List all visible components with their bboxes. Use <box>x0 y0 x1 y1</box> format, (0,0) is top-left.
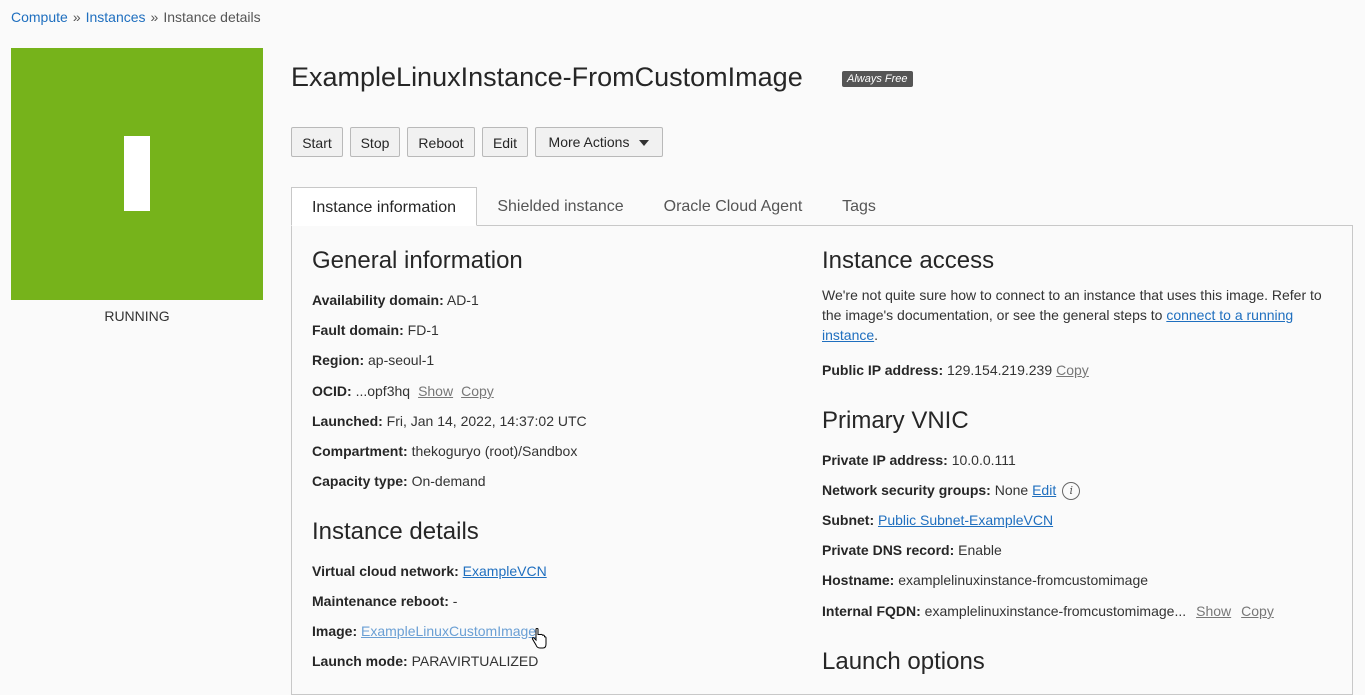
field-value: Enable <box>958 542 1002 558</box>
fault-domain-row: Fault domain: FD-1 <box>312 322 439 338</box>
general-information-heading: General information <box>312 247 523 274</box>
access-text-line3: instance. <box>822 325 1342 345</box>
page-title: ExampleLinuxInstance-FromCustomImage <box>291 62 803 92</box>
access-text-body: the image's documentation, or see the ge… <box>822 307 1167 323</box>
field-label: Launched: <box>312 413 383 429</box>
field-value: FD-1 <box>407 322 439 338</box>
edit-button[interactable]: Edit <box>482 127 528 157</box>
access-text-line2: the image's documentation, or see the ge… <box>822 305 1342 325</box>
availability-domain-row: Availability domain: AD-1 <box>312 292 479 308</box>
field-label: Region: <box>312 352 365 368</box>
breadcrumb-separator: » <box>150 9 159 25</box>
field-value: 129.154.219.239 <box>947 362 1053 378</box>
public-ip-row: Public IP address: 129.154.219.239 Copy <box>822 362 1089 378</box>
field-label: Internal FQDN: <box>822 603 921 619</box>
info-icon[interactable]: i <box>1062 482 1081 501</box>
field-value: None <box>994 482 1029 498</box>
chevron-down-icon <box>639 140 650 147</box>
instance-status-label: RUNNING <box>104 308 170 324</box>
field-label: Availability domain: <box>312 292 444 308</box>
field-value: ap-seoul-1 <box>368 352 435 368</box>
launch-options-heading: Launch options <box>822 648 985 675</box>
tab-shielded-instance[interactable]: Shielded instance <box>483 187 638 226</box>
start-button[interactable]: Start <box>291 127 343 157</box>
vcn-link[interactable]: ExampleVCN <box>463 563 547 579</box>
vcn-row: Virtual cloud network: ExampleVCN <box>312 563 547 579</box>
tab-tags[interactable]: Tags <box>832 187 886 226</box>
subnet-link[interactable]: Public Subnet-ExampleVCN <box>878 512 1053 528</box>
access-text-end: . <box>874 327 879 343</box>
field-value: 10.0.0.111 <box>951 452 1016 468</box>
launch-mode-row: Launch mode: PARAVIRTUALIZED <box>312 653 538 669</box>
connect-instance-link[interactable]: instance <box>822 327 874 343</box>
breadcrumb-current: Instance details <box>163 9 261 25</box>
more-actions-button[interactable]: More Actions <box>535 127 663 157</box>
connect-running-link[interactable]: connect to a running <box>1166 307 1293 323</box>
nsg-edit-link[interactable]: Edit <box>1032 482 1056 498</box>
ocid-row: OCID: ...opf3hq Show Copy <box>312 383 494 399</box>
access-text-line1: We're not quite sure how to connect to a… <box>822 287 1322 303</box>
compartment-row: Compartment: thekoguryo (root)/Sandbox <box>312 443 577 459</box>
launched-row: Launched: Fri, Jan 14, 2022, 14:37:02 UT… <box>312 413 587 429</box>
field-label: Network security groups: <box>822 482 991 498</box>
subnet-row: Subnet: Public Subnet-ExampleVCN <box>822 512 1053 528</box>
field-value: Fri, Jan 14, 2022, 14:37:02 UTC <box>386 413 587 429</box>
tab-instance-information[interactable]: Instance information <box>291 187 477 226</box>
instance-status-tile <box>11 48 263 300</box>
field-label: Maintenance reboot: <box>312 593 449 609</box>
field-label: Private IP address: <box>822 452 948 468</box>
field-value: AD-1 <box>446 292 479 308</box>
field-value: - <box>452 593 458 609</box>
field-value: thekoguryo (root)/Sandbox <box>411 443 578 459</box>
hand-cursor-icon <box>531 628 547 649</box>
instance-details-heading: Instance details <box>312 518 479 545</box>
field-label: Launch mode: <box>312 653 408 669</box>
instance-letter-glyph <box>124 136 150 211</box>
field-label: Image: <box>312 623 358 639</box>
field-label: Capacity type: <box>312 473 408 489</box>
more-actions-label: More Actions <box>548 134 630 150</box>
reboot-button[interactable]: Reboot <box>407 127 475 157</box>
capacity-type-row: Capacity type: On-demand <box>312 473 486 489</box>
field-label: Public IP address: <box>822 362 944 378</box>
image-link[interactable]: ExampleLinuxCustomImage <box>361 623 536 639</box>
ocid-show-link[interactable]: Show <box>418 383 453 399</box>
field-label: Private DNS record: <box>822 542 955 558</box>
primary-vnic-heading: Primary VNIC <box>822 407 969 434</box>
tab-oracle-cloud-agent[interactable]: Oracle Cloud Agent <box>648 187 818 226</box>
fqdn-show-link[interactable]: Show <box>1196 603 1231 619</box>
field-value: On-demand <box>411 473 486 489</box>
breadcrumb-separator: » <box>72 9 81 25</box>
instance-access-heading: Instance access <box>822 247 995 274</box>
fqdn-copy-link[interactable]: Copy <box>1241 603 1274 619</box>
breadcrumb-instances[interactable]: Instances <box>86 9 146 25</box>
field-value: examplelinuxinstance-fromcustomimage... <box>924 603 1187 619</box>
field-label: OCID: <box>312 383 352 399</box>
field-value: PARAVIRTUALIZED <box>411 653 539 669</box>
always-free-badge: Always Free <box>842 71 913 87</box>
private-dns-row: Private DNS record: Enable <box>822 542 1002 558</box>
breadcrumb-compute[interactable]: Compute <box>11 9 68 25</box>
image-row: Image: ExampleLinuxCustomImage <box>312 623 536 639</box>
field-label: Compartment: <box>312 443 408 459</box>
network-security-groups-row: Network security groups: None Edit i <box>822 482 1081 501</box>
field-value: ...opf3hq <box>355 383 411 399</box>
ocid-copy-link[interactable]: Copy <box>461 383 494 399</box>
field-value: examplelinuxinstance-fromcustomimage <box>898 572 1149 588</box>
region-row: Region: ap-seoul-1 <box>312 352 434 368</box>
maintenance-reboot-row: Maintenance reboot: - <box>312 593 457 609</box>
public-ip-copy-link[interactable]: Copy <box>1056 362 1089 378</box>
breadcrumb: Compute» Instances» Instance details <box>11 9 261 25</box>
internal-fqdn-row: Internal FQDN: examplelinuxinstance-from… <box>822 603 1274 619</box>
field-label: Subnet: <box>822 512 875 528</box>
private-ip-row: Private IP address: 10.0.0.111 <box>822 452 1016 468</box>
stop-button[interactable]: Stop <box>350 127 400 157</box>
hostname-row: Hostname: examplelinuxinstance-fromcusto… <box>822 572 1148 588</box>
field-label: Fault domain: <box>312 322 404 338</box>
field-label: Virtual cloud network: <box>312 563 459 579</box>
field-label: Hostname: <box>822 572 895 588</box>
instance-access-description: We're not quite sure how to connect to a… <box>822 285 1342 345</box>
